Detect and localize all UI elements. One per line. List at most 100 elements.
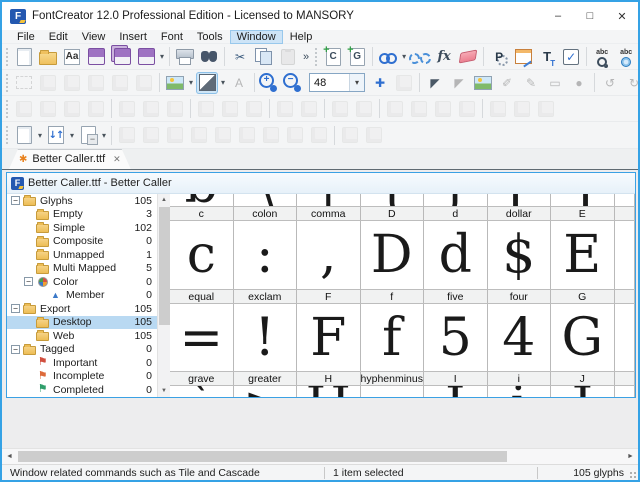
menu-help[interactable]: Help: [283, 30, 320, 44]
glyph-cell[interactable]: d: [424, 221, 488, 289]
toolbar-overflow-chevron[interactable]: »: [303, 51, 309, 63]
glyph-cell[interactable]: G: [551, 304, 615, 371]
glyph-cell[interactable]: [615, 386, 636, 397]
tree-item-composite[interactable]: Composite0: [7, 235, 157, 249]
tree-expander[interactable]: −: [10, 345, 21, 354]
glyph-cell-partial[interactable]: |: [297, 194, 361, 206]
tree-item-desktop[interactable]: Desktop105: [7, 316, 157, 330]
toolbar-grip[interactable]: [5, 47, 10, 67]
glyph-cell[interactable]: `: [170, 386, 234, 397]
tab-better-caller[interactable]: ✱ Better Caller.ttf ✕: [9, 149, 131, 169]
minimize-button[interactable]: –: [542, 2, 574, 30]
tree-item-tagged[interactable]: −Tagged0: [7, 343, 157, 357]
glyph-cell[interactable]: H: [297, 386, 361, 397]
tree-item-completed[interactable]: ⚑Completed0: [7, 383, 157, 397]
menu-tools[interactable]: Tools: [190, 30, 230, 44]
sort-glyphs-icon[interactable]: ↓↑: [45, 124, 67, 146]
tree-expander[interactable]: −: [23, 277, 34, 286]
glyph-cell[interactable]: $: [488, 221, 552, 289]
glyph-cell[interactable]: J: [551, 386, 615, 397]
tree-item-export[interactable]: −Export105: [7, 302, 157, 316]
print-icon[interactable]: [174, 46, 196, 68]
tree-item-multi-mapped[interactable]: Multi Mapped5: [7, 262, 157, 276]
glyph-cell[interactable]: E: [551, 221, 615, 289]
tree-item-color[interactable]: −Color0: [7, 275, 157, 289]
glyph-cell-partial[interactable]: ]: [551, 194, 615, 206]
scroll-track[interactable]: [158, 206, 170, 385]
scroll-thumb[interactable]: [159, 207, 170, 325]
scroll-right-arrow[interactable]: ►: [623, 449, 638, 464]
find-icon[interactable]: [198, 46, 220, 68]
format-settings-icon[interactable]: [512, 46, 534, 68]
document-title-bar[interactable]: F Better Caller.ttf - Better Caller: [7, 173, 635, 194]
zoom-level-combobox[interactable]: 48▾: [309, 73, 365, 92]
glyph-cell[interactable]: D: [361, 221, 425, 289]
scroll-left-arrow[interactable]: ◄: [2, 449, 17, 464]
glyph-cell[interactable]: >: [234, 386, 298, 397]
glyph-cell[interactable]: c: [170, 221, 234, 289]
menu-window[interactable]: Window: [230, 30, 283, 44]
tree-item-important[interactable]: ⚑Important0: [7, 356, 157, 370]
menu-view[interactable]: View: [75, 30, 113, 44]
web-preview-icon[interactable]: abc: [615, 46, 637, 68]
collapse-icon[interactable]: −: [11, 345, 20, 354]
save-all-icon[interactable]: [111, 46, 133, 68]
glyph-cell[interactable]: !: [234, 304, 298, 371]
glyph-cell[interactable]: f: [361, 304, 425, 371]
insert-glyphs-icon[interactable]: G: [346, 46, 368, 68]
glyph-cell[interactable]: 4: [488, 304, 552, 371]
tree-item-empty[interactable]: Empty3: [7, 208, 157, 222]
glyph-cell[interactable]: I: [424, 386, 488, 397]
toolbar-grip[interactable]: [5, 73, 10, 93]
glyph-cell-partial[interactable]: {: [361, 194, 425, 206]
collapse-icon[interactable]: −: [24, 277, 33, 286]
zoom-fit-icon[interactable]: ✚: [369, 72, 391, 94]
erase-icon[interactable]: [457, 46, 479, 68]
horizontal-scroll-thumb[interactable]: [18, 451, 507, 462]
cut-icon[interactable]: ✂: [229, 46, 251, 68]
validate-icon[interactable]: [560, 46, 582, 68]
glyph-cell-partial[interactable]: }: [424, 194, 488, 206]
dropdown-caret[interactable]: ▾: [158, 52, 166, 61]
save-icon[interactable]: [85, 46, 107, 68]
background-image-icon[interactable]: [164, 72, 186, 94]
dropdown-caret[interactable]: ▾: [187, 78, 195, 87]
dropdown-caret[interactable]: ▾: [100, 131, 108, 140]
glyph-cell[interactable]: -: [361, 386, 425, 397]
font-properties-icon[interactable]: P: [488, 46, 510, 68]
collapse-icon[interactable]: −: [11, 196, 20, 205]
open-type-features-icon[interactable]: fx: [433, 46, 455, 68]
copy-icon[interactable]: [253, 46, 275, 68]
menu-font[interactable]: Font: [154, 30, 190, 44]
glyph-cell-partial[interactable]: [615, 194, 636, 206]
zoom-in-icon[interactable]: +: [259, 72, 281, 94]
collapse-icon[interactable]: −: [11, 304, 20, 313]
glyph-cell[interactable]: ,: [297, 221, 361, 289]
new-font-icon[interactable]: [13, 46, 35, 68]
menu-insert[interactable]: Insert: [112, 30, 154, 44]
dropdown-caret[interactable]: ▾: [219, 78, 227, 87]
contour-mode-icon[interactable]: ◤: [424, 72, 446, 94]
glyph-cell[interactable]: [615, 221, 636, 289]
glyph-cell[interactable]: 5: [424, 304, 488, 371]
link-icon[interactable]: [377, 46, 399, 68]
tree-expander[interactable]: −: [10, 196, 21, 205]
fill-outlines-icon[interactable]: [196, 72, 218, 94]
glyph-cell[interactable]: =: [170, 304, 234, 371]
scroll-up-arrow[interactable]: ▲: [161, 194, 167, 206]
horizontal-scrollbar[interactable]: ◄ ►: [2, 448, 638, 464]
glyph-cell[interactable]: i: [488, 386, 552, 397]
combo-dropdown-arrow[interactable]: ▾: [349, 74, 364, 91]
save-as-icon[interactable]: [135, 46, 157, 68]
tree-item-simple[interactable]: Simple102: [7, 221, 157, 235]
tree-expander[interactable]: −: [10, 304, 21, 313]
scroll-down-arrow[interactable]: ▼: [161, 385, 167, 397]
insert-characters-icon[interactable]: C: [322, 46, 344, 68]
toolbar-grip[interactable]: [5, 99, 10, 119]
menu-file[interactable]: File: [10, 30, 42, 44]
tab-close-icon[interactable]: ✕: [113, 154, 121, 165]
dropdown-caret[interactable]: ▾: [36, 131, 44, 140]
glyph-cell[interactable]: :: [234, 221, 298, 289]
open-font-icon[interactable]: [37, 46, 59, 68]
dropdown-caret[interactable]: ▾: [68, 131, 76, 140]
